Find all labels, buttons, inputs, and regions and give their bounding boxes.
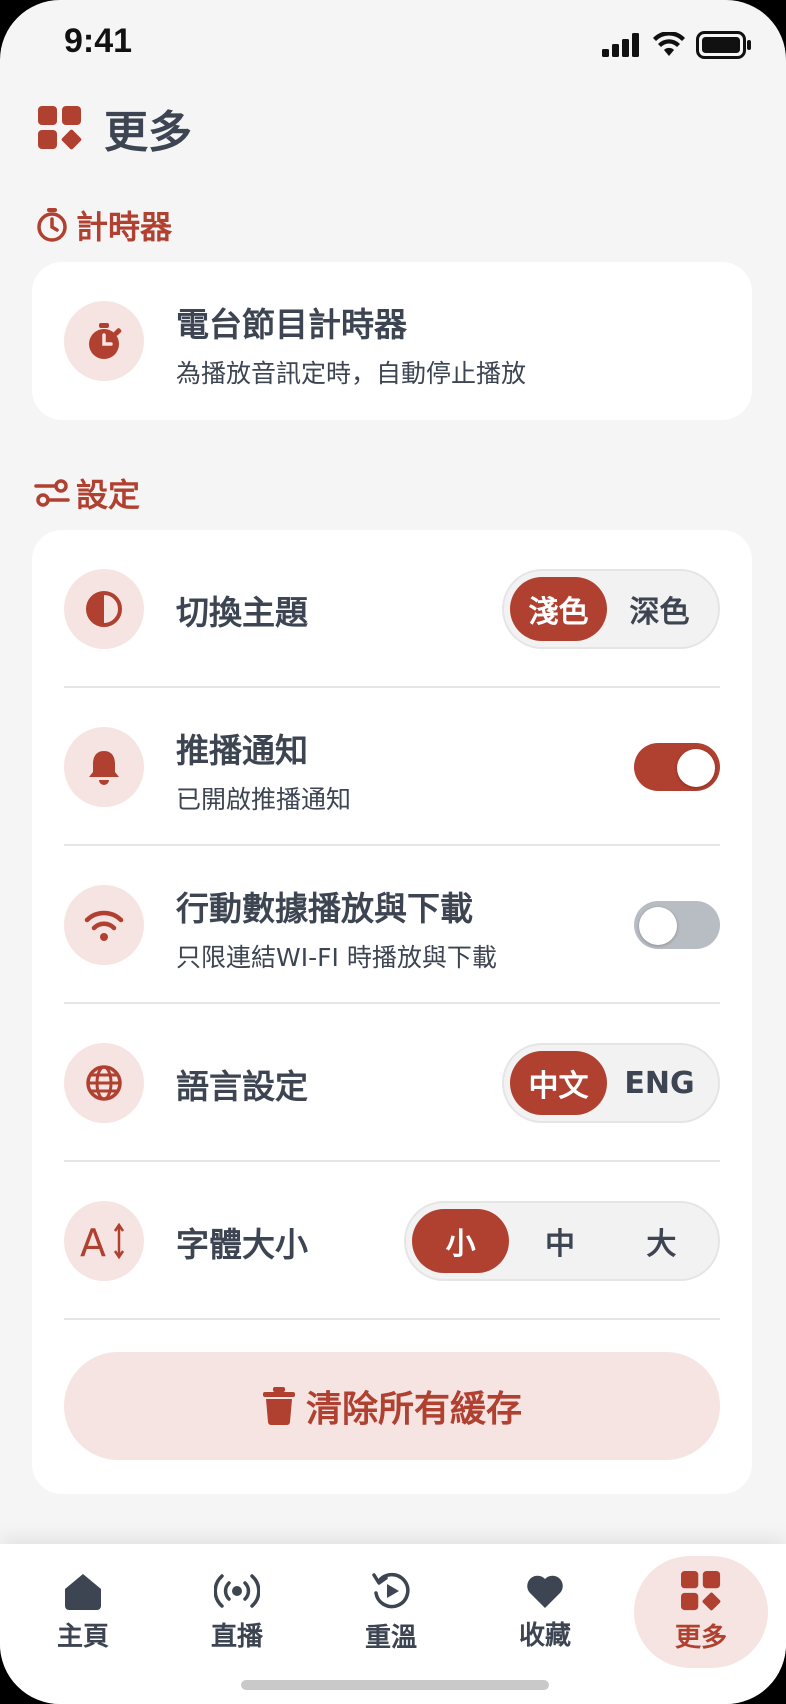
page-title: 更多 xyxy=(104,107,192,158)
timer-icon-badge xyxy=(64,301,144,381)
theme-text: 切換主題 xyxy=(176,586,308,634)
theme-segmented-control: 淺色 深色 xyxy=(502,569,720,649)
mobile-data-text: 行動數據播放與下載 只限連結WI-FI 時播放與下載 xyxy=(176,882,497,974)
stopwatch-icon xyxy=(37,208,67,242)
wifi-icon xyxy=(84,910,124,941)
font-size-option-medium[interactable]: 中 xyxy=(509,1209,610,1273)
push-text: 推播通知 已開啟推播通知 xyxy=(176,724,351,816)
home-icon xyxy=(65,1573,101,1610)
font-size-option-large[interactable]: 大 xyxy=(611,1209,712,1273)
nav-item-more[interactable]: 更多 xyxy=(634,1556,768,1668)
nav-label-home: 主頁 xyxy=(56,1621,109,1652)
timer-section-title: 計時器 xyxy=(34,202,172,248)
battery-icon xyxy=(696,31,751,59)
language-icon-badge xyxy=(64,1043,144,1123)
replay-icon xyxy=(372,1572,410,1608)
font-size-text: 字體大小 xyxy=(176,1218,308,1266)
broadcast-icon xyxy=(214,1573,260,1608)
status-time: 9:41 xyxy=(64,22,133,60)
mobile-data-label: 行動數據播放與下載 xyxy=(176,889,473,928)
push-icon-badge xyxy=(64,727,144,807)
nav-label-replay: 重溫 xyxy=(364,1622,417,1653)
bell-icon xyxy=(89,751,119,785)
font-size-icon-badge: A xyxy=(64,1201,144,1281)
nav-label-more: 更多 xyxy=(674,1622,727,1653)
page-header: 更多 xyxy=(38,96,192,160)
timer-label: 電台節目計時器 xyxy=(176,305,407,344)
toggle-knob xyxy=(677,749,715,787)
language-segmented-control: 中文 ENG xyxy=(502,1043,720,1123)
push-toggle[interactable] xyxy=(634,743,720,791)
language-row: 語言設定 中文 ENG xyxy=(32,1004,752,1162)
svg-text:A: A xyxy=(80,1221,106,1261)
theme-option-dark[interactable]: 深色 xyxy=(607,577,712,641)
mobile-data-row: 行動數據播放與下載 只限連結WI-FI 時播放與下載 xyxy=(32,846,752,1004)
settings-section-title: 設定 xyxy=(34,470,140,516)
theme-option-light[interactable]: 淺色 xyxy=(510,577,608,641)
push-label: 推播通知 xyxy=(176,731,308,770)
language-label: 語言設定 xyxy=(176,1067,308,1106)
font-size-row: A 字體大小 小 中 大 xyxy=(32,1162,752,1320)
contrast-icon xyxy=(86,591,122,627)
bottom-navigation: 主頁 直播 重溫 收藏 更多 xyxy=(0,1544,786,1704)
font-size-segmented-control: 小 中 大 xyxy=(404,1201,720,1281)
font-size-option-small[interactable]: 小 xyxy=(412,1209,510,1273)
cellular-signal-icon xyxy=(602,33,639,57)
status-bar: 9:41 xyxy=(0,0,786,90)
grid-icon xyxy=(38,106,82,150)
nav-label-live: 直播 xyxy=(210,1621,263,1652)
settings-card: 切換主題 淺色 深色 推播通知 已開啟推播通知 行動數據播放與下載 只限連結WI… xyxy=(32,530,752,1494)
font-size-label: 字體大小 xyxy=(176,1225,308,1264)
mobile-data-toggle[interactable] xyxy=(634,901,720,949)
clear-cache-button[interactable]: 清除所有緩存 xyxy=(64,1352,720,1460)
globe-icon xyxy=(86,1065,122,1101)
grid-icon xyxy=(681,1570,721,1610)
timer-section-label: 計時器 xyxy=(76,208,173,246)
timer-text: 電台節目計時器 為播放音訊定時，自動停止播放 xyxy=(176,298,526,390)
nav-item-replay[interactable]: 重溫 xyxy=(324,1556,458,1668)
push-notification-row: 推播通知 已開啟推播通知 xyxy=(32,688,752,846)
stopwatch-icon xyxy=(89,323,122,359)
timer-description: 為播放音訊定時，自動停止播放 xyxy=(176,359,527,388)
sliders-icon xyxy=(34,479,70,507)
clear-cache-label: 清除所有緩存 xyxy=(305,1389,522,1430)
nav-item-home[interactable]: 主頁 xyxy=(16,1556,150,1668)
mobile-data-icon-badge xyxy=(64,885,144,965)
wifi-status-icon xyxy=(653,32,685,56)
language-text: 語言設定 xyxy=(176,1060,308,1108)
heart-icon xyxy=(527,1575,563,1608)
theme-row: 切換主題 淺色 深色 xyxy=(32,530,752,688)
nav-label-favorites: 收藏 xyxy=(518,1620,571,1651)
language-option-chinese[interactable]: 中文 xyxy=(510,1051,608,1115)
home-indicator xyxy=(241,1680,549,1690)
toggle-knob xyxy=(639,907,677,945)
theme-label: 切換主題 xyxy=(176,593,308,632)
trash-icon xyxy=(262,1387,295,1425)
mobile-data-description: 只限連結WI-FI 時播放與下載 xyxy=(176,943,497,972)
font-size-icon: A xyxy=(80,1221,125,1261)
timer-card[interactable]: 電台節目計時器 為播放音訊定時，自動停止播放 xyxy=(32,262,752,420)
divider xyxy=(64,1318,720,1320)
phone-screen: 9:41 更多 計時器 電台節目計時器 為播放音訊定時，自動停止播放 設定 切換… xyxy=(0,0,786,1704)
nav-item-favorites[interactable]: 收藏 xyxy=(478,1556,612,1668)
settings-section-label: 設定 xyxy=(76,476,141,514)
nav-item-live[interactable]: 直播 xyxy=(170,1556,304,1668)
status-icons xyxy=(602,30,752,60)
language-option-english[interactable]: ENG xyxy=(607,1051,712,1115)
theme-icon-badge xyxy=(64,569,144,649)
push-status: 已開啟推播通知 xyxy=(176,785,352,814)
